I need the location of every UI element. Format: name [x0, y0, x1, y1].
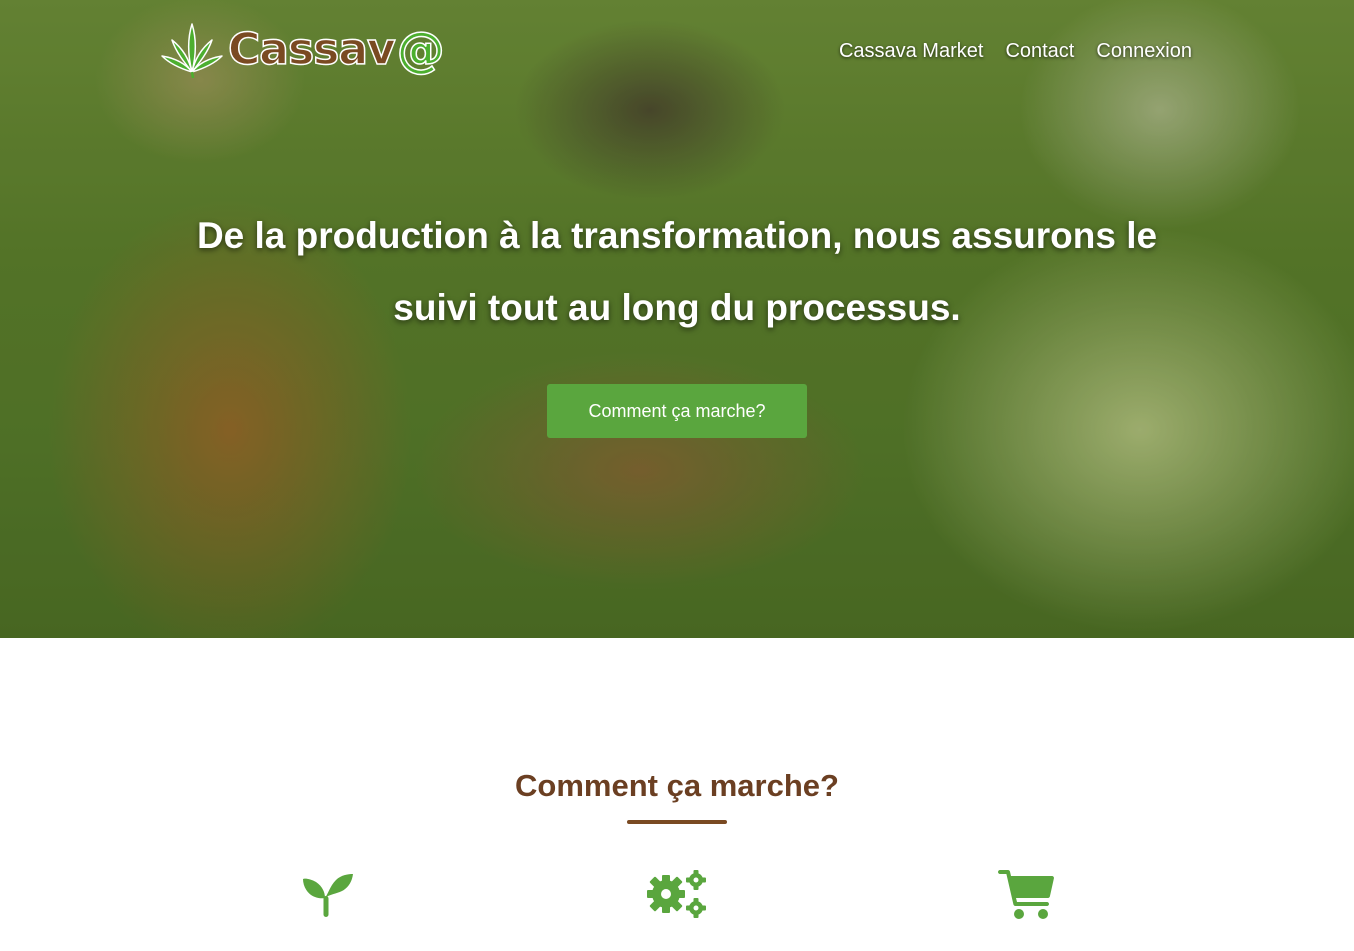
section-divider — [627, 820, 727, 824]
brand-name: Cassav — [227, 24, 396, 75]
seedling-icon — [303, 874, 353, 917]
nav-link-contact[interactable]: Contact — [1005, 40, 1074, 63]
cassava-leaf-icon — [161, 23, 223, 78]
brand-at-symbol: @ — [396, 22, 446, 78]
navbar: Cassav @ Cassava Market Contact Connexio… — [0, 0, 1354, 100]
hero-title: De la production à la transformation, no… — [177, 200, 1177, 344]
hero-title-line-1: De la production à la transformation, no… — [196, 215, 1158, 256]
nav-menu: Cassava Market Contact Connexion — [839, 40, 1192, 63]
section-title: Comment ça marche? — [515, 768, 839, 803]
hero-title-line-2: suivi tout au long du processus. — [393, 287, 961, 328]
nav-link-cassava-market[interactable]: Cassava Market — [839, 40, 984, 63]
nav-link-connexion[interactable]: Connexion — [1096, 40, 1192, 63]
brand-logo[interactable]: Cassav @ — [160, 22, 445, 78]
hero-section: Cassav @ Cassava Market Contact Connexio… — [0, 0, 1354, 638]
how-it-works-button[interactable]: Comment ça marche? — [547, 384, 807, 438]
gears-icon — [647, 870, 706, 918]
shopping-cart-icon[interactable] — [998, 870, 1054, 920]
how-it-works-section: Comment ça marche? — [0, 638, 1354, 951]
